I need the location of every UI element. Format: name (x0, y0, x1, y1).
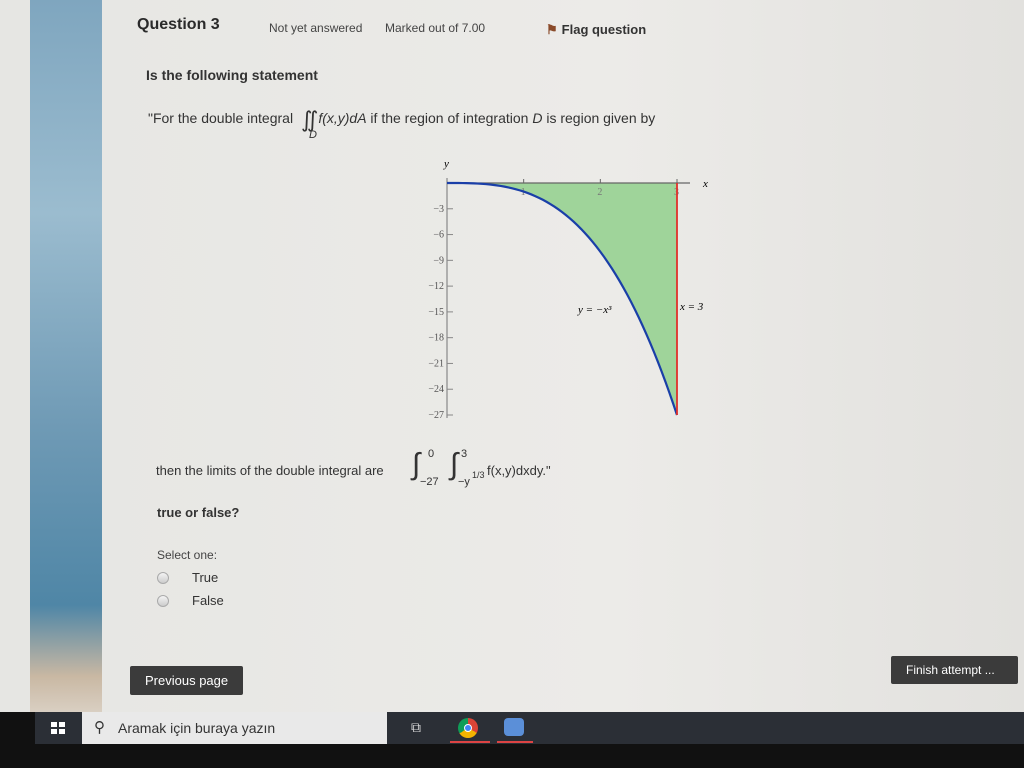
option-false[interactable]: False (157, 593, 224, 608)
region-fill (447, 183, 677, 415)
question-title: Question 3 (137, 16, 220, 33)
y-tick-label: −21 (428, 358, 444, 369)
flag-question-button[interactable]: ⚑ Flag question (546, 22, 646, 38)
y-tick-label: −18 (428, 333, 444, 344)
iterated-integral: ∫ 0 −27 ∫ 3 −y 1/3 f(x,y)dxdy." (412, 446, 612, 496)
region-graph: 123−3−6−9−12−15−18−21−24−27 x y y = −x³ … (428, 158, 708, 421)
taskbar-search-input[interactable]: ⚲ Aramak için buraya yazın (82, 712, 387, 744)
stem-line-1: "For the double integral ∬ Df(x,y)dA if t… (148, 107, 656, 141)
integral-symbol-inner: ∫ (450, 448, 459, 481)
inner-lower-limit: −y (458, 476, 470, 488)
text: "For the double integral (148, 110, 294, 126)
flag-icon: ⚑ (546, 22, 558, 37)
screen: Question 3 Not yet answered Marked out o… (0, 0, 1024, 712)
chrome-icon[interactable] (458, 718, 478, 738)
question-marks: Marked out of 7.00 (385, 21, 486, 35)
y-tick-label: −9 (433, 255, 444, 266)
inner-lower-exponent: 1/3 (472, 470, 485, 480)
integral-symbol-outer: ∫ (412, 448, 421, 481)
line-label: x = 3 (679, 301, 704, 313)
true-false-question: true or false? (157, 505, 240, 520)
inner-upper-limit: 3 (461, 448, 468, 460)
stem-heading: Is the following statement (146, 67, 318, 83)
x-tick-label: 2 (597, 187, 602, 198)
radio-true[interactable] (157, 571, 169, 584)
integrand-2: f(x,y)dxdy." (487, 463, 551, 478)
curve-label: y = −x³ (577, 304, 612, 316)
flag-label: Flag question (561, 22, 647, 37)
background-photo-strip (30, 0, 102, 712)
app-icon[interactable] (504, 718, 524, 736)
y-tick-label: −3 (433, 204, 444, 215)
x-axis-label: x (702, 178, 708, 190)
outer-upper-limit: 0 (428, 448, 435, 460)
y-tick-label: −12 (428, 281, 444, 292)
y-axis-label: y (443, 158, 449, 170)
radio-false[interactable] (157, 594, 169, 607)
integrand: f(x,y)dA (318, 110, 367, 126)
outer-lower-limit: −27 (420, 476, 439, 488)
finish-attempt-button[interactable]: Finish attempt ... (891, 656, 1018, 684)
stem-line-2: then the limits of the double integral a… (156, 463, 384, 478)
previous-page-button[interactable]: Previous page (130, 666, 244, 695)
y-tick-label: −15 (428, 307, 444, 318)
double-integral-symbol: ∬ D (300, 107, 319, 141)
y-tick-label: −24 (428, 384, 444, 395)
windows-start-icon[interactable] (51, 722, 65, 734)
select-one-label: Select one: (157, 548, 218, 562)
y-tick-label: −6 (433, 230, 444, 241)
question-status: Not yet answered (269, 21, 363, 35)
task-view-icon[interactable]: ⧉ (411, 719, 421, 736)
integral-subscript: D (308, 129, 317, 141)
option-true[interactable]: True (157, 570, 218, 585)
y-tick-label: −27 (428, 410, 444, 421)
search-icon: ⚲ (94, 719, 105, 736)
